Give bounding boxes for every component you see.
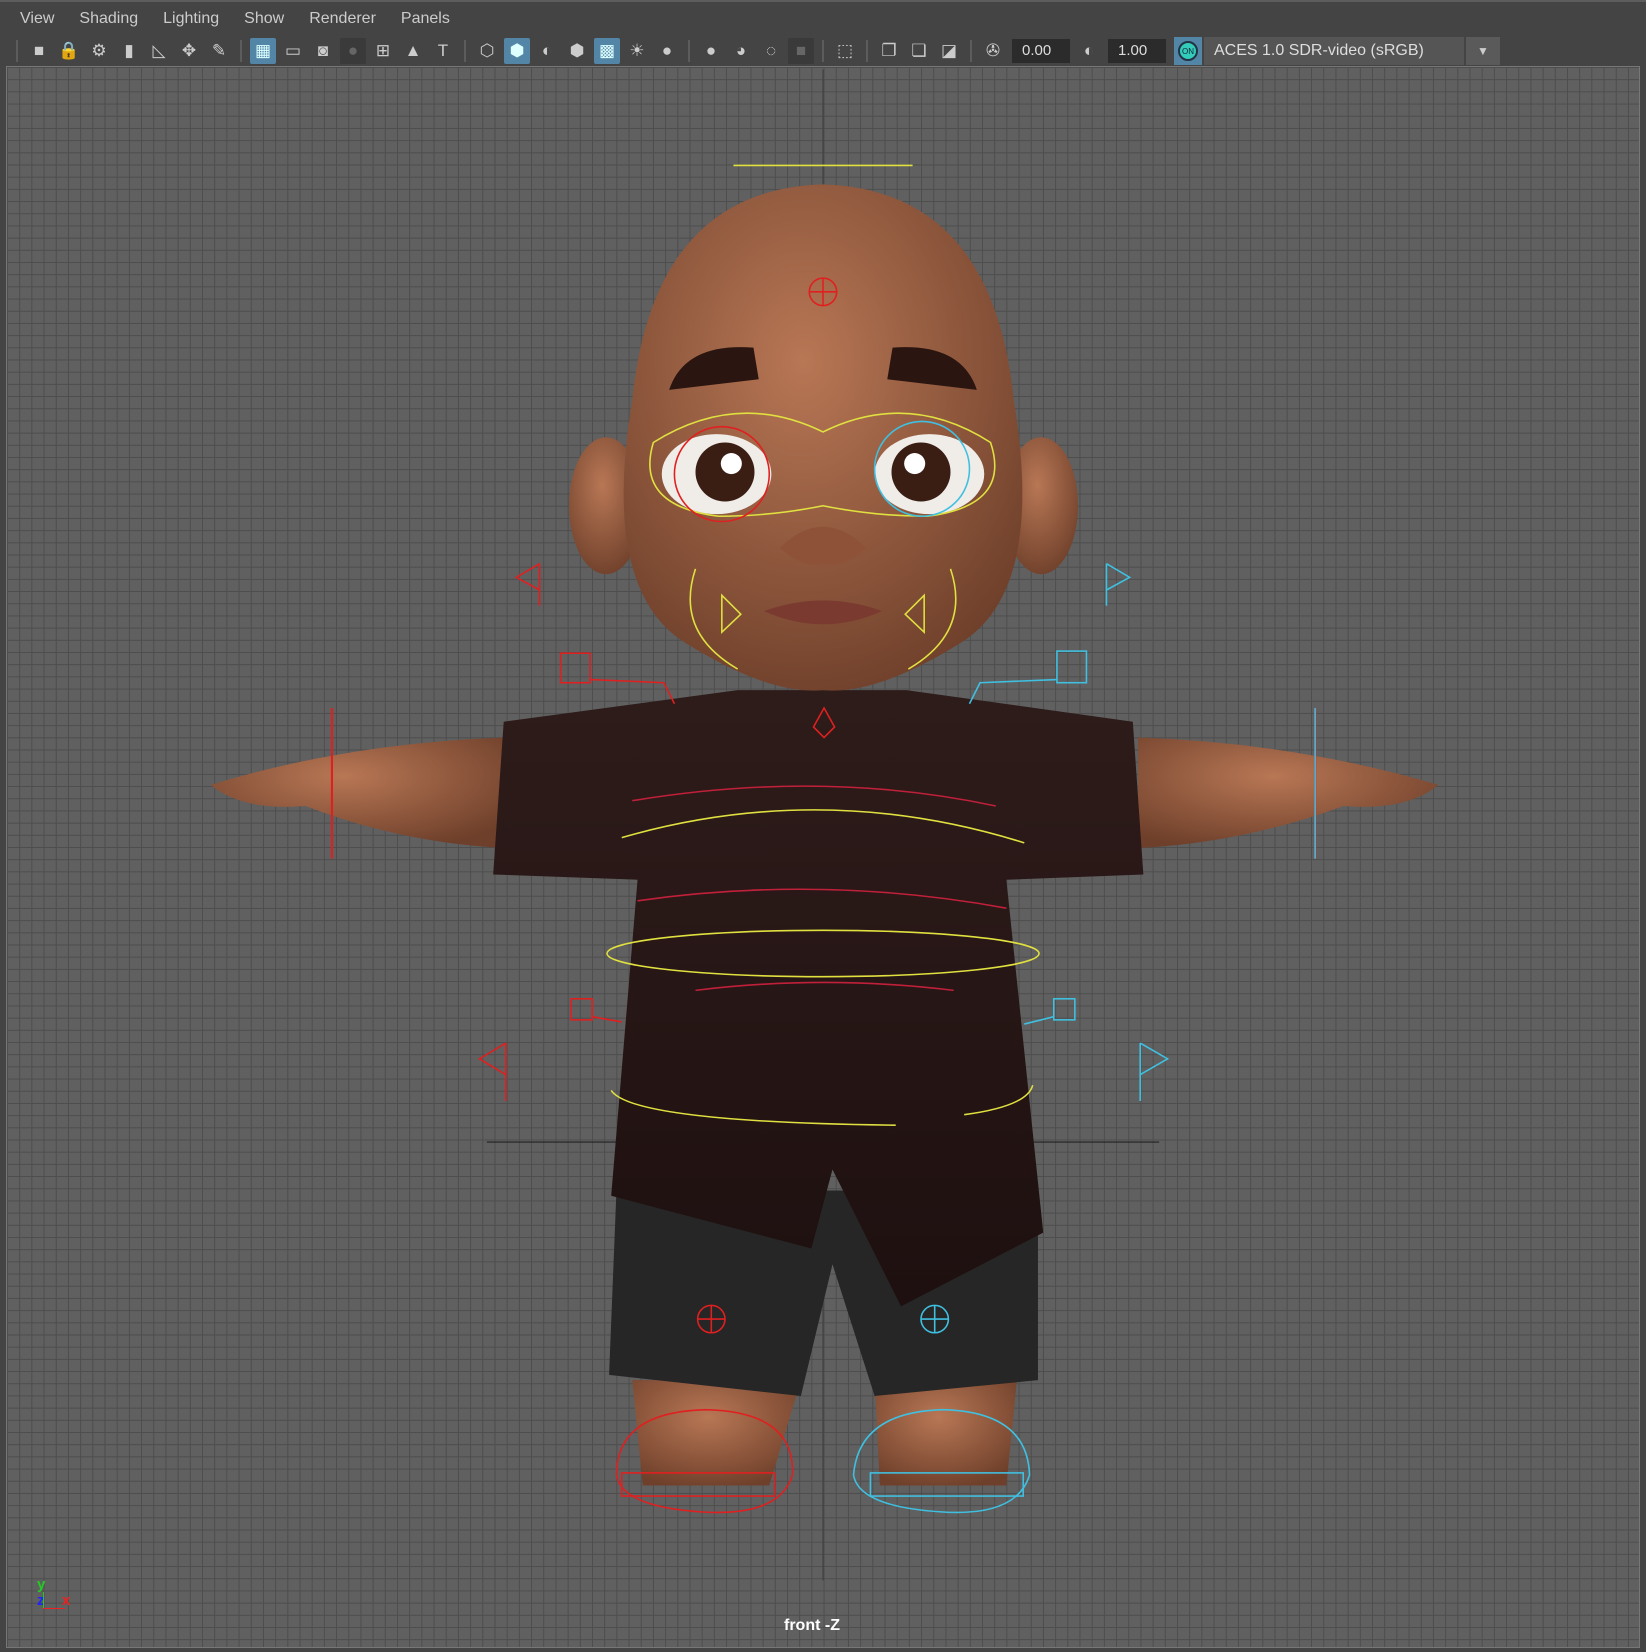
resolution-gate-icon: ◙	[317, 41, 329, 60]
depth-of-field-button[interactable]: ■	[788, 38, 814, 64]
xray-joints-icon: ◪	[940, 41, 958, 60]
gamma-icon[interactable]: ◐	[1076, 38, 1102, 64]
bookmark-button[interactable]: ▮	[116, 38, 142, 64]
exposure-icon[interactable]: ✇	[980, 38, 1006, 64]
toolbar-separator	[970, 40, 972, 62]
isolate-select-icon: ❐	[881, 41, 897, 60]
xray-icon: ❏	[911, 41, 927, 60]
lock-camera-button[interactable]: 🔒	[56, 38, 82, 64]
field-chart-icon: ⊞	[375, 41, 391, 60]
menu-view[interactable]: View	[20, 10, 54, 28]
camera-attributes-button[interactable]: ⚙	[86, 38, 112, 64]
motion-blur-icon: ◕	[735, 41, 747, 60]
screen-space-ao-icon: ●	[705, 41, 717, 60]
default-material-icon: ◐	[541, 41, 553, 60]
color-space-dropdown[interactable]: ACES 1.0 SDR-video (sRGB)	[1204, 37, 1464, 65]
depth-of-field-icon: ■	[795, 41, 807, 60]
toolbar-separator	[240, 40, 242, 62]
field-chart-button[interactable]: ⊞	[370, 38, 396, 64]
grid-icon: ▦	[254, 41, 272, 60]
menu-show[interactable]: Show	[244, 10, 284, 28]
select-camera-button[interactable]: ⬚	[832, 38, 858, 64]
safe-action-button[interactable]: ▲	[400, 38, 426, 64]
xray-joints-button[interactable]: ◪	[936, 38, 962, 64]
camera-label: front -Z	[784, 1617, 840, 1634]
exposure-field[interactable]: 0.00	[1012, 39, 1070, 63]
menu-renderer[interactable]: Renderer	[309, 10, 376, 28]
camera-button[interactable]: ■	[26, 38, 52, 64]
wireframe-icon: ⬡	[479, 41, 495, 60]
camera-icon: ■	[33, 41, 45, 60]
safe-title-button[interactable]: T	[430, 38, 456, 64]
isolate-select-button[interactable]: ❐	[876, 38, 902, 64]
motion-blur-button[interactable]: ◕	[728, 38, 754, 64]
lock-camera-icon: 🔒	[58, 41, 80, 60]
toolbar-separator	[866, 40, 868, 62]
viewport-toolbar: ■ 🔒 ⚙ ▮ ◺ ✥ ✎ ▦ ▭ ◙ ● ⊞ ▲ T ⬡ ⬢ ◐ ⬢ ▩ ☀ ● ● ◕ ◌ ■ ⬚ ❐ ❏ ◪ ✇ 0.00 ◐ 1…	[0, 36, 1646, 66]
camera-attributes-icon: ⚙	[91, 41, 107, 60]
anti-aliasing-icon: ◌	[765, 41, 777, 60]
wireframe-on-shaded-icon: ⬢	[569, 41, 585, 60]
axis-y-label: y	[37, 1576, 46, 1593]
2d-pan-zoom-button[interactable]: ✥	[176, 38, 202, 64]
grease-pencil-icon: ✎	[211, 41, 227, 60]
default-material-button[interactable]: ◐	[534, 38, 560, 64]
shadows-button[interactable]: ●	[654, 38, 680, 64]
bookmark-icon: ▮	[124, 41, 134, 60]
chevron-down-icon[interactable]: ▼	[1466, 37, 1500, 65]
menu-lighting[interactable]: Lighting	[163, 10, 219, 28]
xray-button[interactable]: ❏	[906, 38, 932, 64]
menu-bar: View Shading Lighting Show Renderer Panels	[0, 0, 1646, 36]
color-management-on-icon: ON	[1178, 41, 1198, 61]
toolbar-separator	[464, 40, 466, 62]
gamma-field[interactable]: 1.00	[1108, 39, 1166, 63]
smooth-shade-icon: ⬢	[509, 41, 525, 60]
film-gate-button[interactable]: ▭	[280, 38, 306, 64]
2d-pan-zoom-icon: ✥	[181, 41, 197, 60]
wireframe-button[interactable]: ⬡	[474, 38, 500, 64]
select-camera-icon: ⬚	[836, 41, 854, 60]
textured-button[interactable]: ▩	[594, 38, 620, 64]
safe-action-icon: ▲	[404, 41, 422, 60]
toolbar-separator	[16, 40, 18, 62]
film-gate-icon: ▭	[284, 41, 302, 60]
image-plane-button[interactable]: ◺	[146, 38, 172, 64]
textured-icon: ▩	[598, 41, 616, 60]
viewport-front[interactable]	[6, 66, 1640, 1648]
screen-space-ao-button[interactable]: ●	[698, 38, 724, 64]
grid-button[interactable]: ▦	[250, 38, 276, 64]
axis-x-label: x	[62, 1592, 71, 1609]
shadows-icon: ●	[661, 41, 673, 60]
toolbar-separator	[822, 40, 824, 62]
use-all-lights-icon: ☀	[629, 41, 645, 60]
grease-pencil-button[interactable]: ✎	[206, 38, 232, 64]
image-plane-icon: ◺	[152, 41, 166, 60]
wireframe-on-shaded-button[interactable]: ⬢	[564, 38, 590, 64]
gate-mask-button[interactable]: ●	[340, 38, 366, 64]
gate-mask-icon: ●	[347, 41, 359, 60]
color-management-toggle[interactable]: ON	[1174, 37, 1202, 65]
toolbar-separator	[688, 40, 690, 62]
menu-panels[interactable]: Panels	[401, 10, 450, 28]
anti-aliasing-button[interactable]: ◌	[758, 38, 784, 64]
smooth-shade-button[interactable]: ⬢	[504, 38, 530, 64]
use-all-lights-button[interactable]: ☀	[624, 38, 650, 64]
resolution-gate-button[interactable]: ◙	[310, 38, 336, 64]
safe-title-icon: T	[437, 41, 449, 60]
menu-shading[interactable]: Shading	[79, 10, 138, 28]
